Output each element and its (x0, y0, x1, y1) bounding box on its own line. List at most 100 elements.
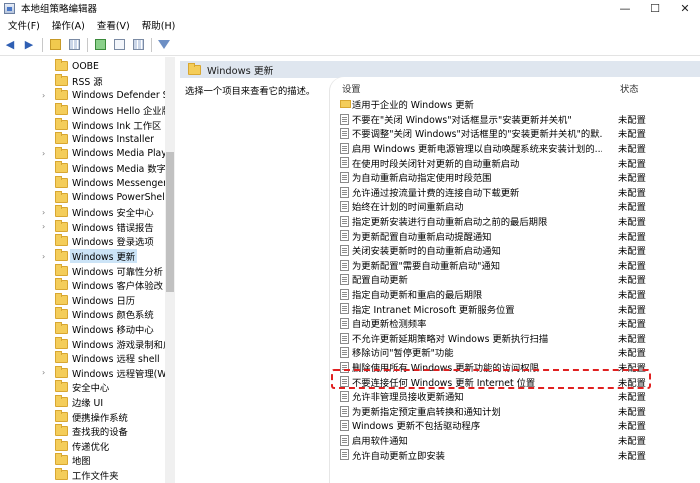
tree-item-label: 安全中心 (72, 383, 110, 395)
tree-item[interactable]: Windows 游戏录制和广 (0, 336, 165, 351)
tree-item-label: Windows 安全中心 (72, 208, 154, 220)
tree-scroll-thumb[interactable] (166, 152, 174, 292)
chevron-right-icon[interactable]: › (42, 91, 50, 100)
tree-scrollbar[interactable] (165, 57, 175, 483)
column-header-state[interactable]: 状态 (620, 81, 639, 95)
folder-icon (55, 146, 68, 159)
policy-row[interactable]: 移除访问"暂停更新"功能 未配置 (340, 345, 685, 360)
policy-row[interactable]: 在使用时段关闭针对更新的自动重新启动 未配置 (340, 155, 685, 170)
tree-item[interactable]: Windows 移动中心 (0, 322, 165, 337)
close-button[interactable]: ✕ (670, 0, 700, 16)
policy-row[interactable]: 配置自动更新 未配置 (340, 272, 685, 287)
policy-row[interactable]: 允许自动更新立即安装 未配置 (340, 447, 685, 462)
policy-row[interactable]: 为更新配置自动重新启动提醒通知 未配置 (340, 228, 685, 243)
menu-view[interactable]: 查看(V) (91, 18, 136, 32)
policy-row[interactable]: Windows 更新不包括驱动程序 未配置 (340, 418, 685, 433)
policy-row[interactable]: 允许非管理员接收更新通知 未配置 (340, 389, 685, 404)
tree-item[interactable]: Windows Installer (0, 132, 165, 147)
policy-row[interactable]: 不要在"关闭 Windows"对话框显示"安装更新并关机" 未配置 (340, 112, 685, 127)
tree-item-label: Windows Media Playe (72, 148, 165, 160)
folder-icon (340, 100, 351, 108)
tree-pane: OOBE RSS 源 › Windows Defender Sr Windows Hel… (0, 57, 175, 483)
subfolder-row[interactable]: 适用于企业的 Windows 更新 (340, 97, 685, 112)
policy-row[interactable]: 为更新指定预定重启转换和通知计划 未配置 (340, 404, 685, 419)
setting-state: 未配置 (618, 144, 646, 156)
tree-item[interactable]: Windows Hello 企业版 (0, 103, 165, 118)
tree-item[interactable]: 便携操作系统 (0, 409, 165, 424)
chevron-right-icon[interactable]: › (42, 208, 50, 217)
tree-item[interactable]: Windows 可靠性分析 (0, 263, 165, 278)
pane-header: Windows 更新 (180, 61, 700, 78)
tree-item[interactable]: 边缘 UI (0, 395, 165, 410)
tree-item[interactable]: 查找我的设备 (0, 424, 165, 439)
policy-row[interactable]: 指定更新安装进行自动重新启动之前的最后期限 未配置 (340, 214, 685, 229)
tree-item[interactable]: Windows PowerShell (0, 190, 165, 205)
forward-arrow-icon[interactable]: ▶ (21, 37, 37, 53)
tree-item[interactable]: Windows 登录选项 (0, 234, 165, 249)
tree-item[interactable]: › Windows Defender Sr (0, 88, 165, 103)
policy-row[interactable]: 不允许更新延期策略对 Windows 更新执行扫描 未配置 (340, 331, 685, 346)
tree-item[interactable]: RSS 源 (0, 73, 165, 89)
folder-icon (55, 322, 68, 335)
tree-item[interactable]: 传递优化 (0, 438, 165, 454)
policy-row[interactable]: 关闭安装更新时的自动重新启动通知 未配置 (340, 243, 685, 258)
column-header-setting[interactable]: 设置 (342, 81, 361, 95)
tree-item-label: Windows 日历 (72, 295, 136, 307)
tree-item[interactable]: Windows Media 数字 (0, 161, 165, 176)
policy-row[interactable]: 为自动重新启动指定使用时段范围 未配置 (340, 170, 685, 185)
back-arrow-icon[interactable]: ◀ (2, 37, 18, 53)
tree-item[interactable]: › Windows Media Playe (0, 146, 165, 162)
tree-item[interactable]: Windows 远程 shell (0, 351, 165, 366)
up-folder-icon[interactable] (47, 37, 63, 53)
policy-row[interactable]: 启用软件通知 未配置 (340, 433, 685, 448)
setting-state: 未配置 (618, 217, 646, 229)
folder-icon (55, 278, 68, 291)
pane-title: Windows 更新 (207, 65, 274, 77)
app-icon (4, 2, 15, 14)
toolbar-divider (87, 37, 88, 52)
policy-row[interactable]: 允许通过按流量计费的连接自动下载更新 未配置 (340, 185, 685, 200)
help-icon[interactable] (111, 37, 127, 53)
menu-help[interactable]: 帮助(H) (136, 18, 182, 32)
chevron-right-icon[interactable]: › (42, 222, 50, 231)
chevron-right-icon[interactable]: › (42, 252, 50, 261)
tree-item[interactable]: Windows 客户体验改 (0, 278, 165, 293)
policy-row[interactable]: 指定 Intranet Microsoft 更新服务位置 未配置 (340, 301, 685, 316)
policy-row[interactable]: 指定自动更新和重启的最后期限 未配置 (340, 287, 685, 302)
tree-item[interactable]: Windows 日历 (0, 292, 165, 308)
tree-item[interactable]: › Windows 更新 (0, 249, 165, 264)
minimize-button[interactable]: — (610, 0, 640, 16)
tree-item[interactable]: › Windows 错误报告 (0, 219, 165, 235)
tree-item[interactable]: 工作文件夹 (0, 468, 165, 483)
maximize-button[interactable]: ☐ (640, 0, 670, 16)
setting-label: 为更新指定预定重启转换和通知计划 (352, 406, 501, 418)
setting-label: 在使用时段关闭针对更新的自动重新启动 (352, 158, 520, 170)
menu-action[interactable]: 操作(A) (46, 18, 91, 32)
folder-icon (55, 365, 68, 378)
menu-file[interactable]: 文件(F) (2, 18, 46, 32)
tree-item-label: Windows 远程管理(Wi (72, 368, 165, 380)
tree-item[interactable]: › Windows 安全中心 (0, 205, 165, 220)
tree-item[interactable]: Windows 颜色系统 (0, 307, 165, 322)
export-list-icon[interactable] (92, 37, 108, 53)
chevron-right-icon[interactable]: › (42, 149, 50, 158)
properties-icon[interactable] (130, 37, 146, 53)
tree-item-label: Windows 登录选项 (72, 237, 154, 249)
show-hide-tree-icon[interactable] (66, 37, 82, 53)
policy-row[interactable]: 启用 Windows 更新电源管理以自动唤醒系统来安装计划的... 未配置 (340, 141, 685, 156)
tree-item-label: Windows 更新 (70, 249, 138, 264)
policy-row[interactable]: 自动更新检测频率 未配置 (340, 316, 685, 331)
chevron-right-icon[interactable]: › (42, 368, 50, 377)
policy-row[interactable]: 始终在计划的时间重新启动 未配置 (340, 199, 685, 214)
policy-setting-icon (340, 157, 349, 169)
policy-row[interactable]: 为更新配置"需要自动重新启动"通知 未配置 (340, 258, 685, 273)
tree-item[interactable]: Windows Messenger (0, 176, 165, 191)
filter-icon[interactable] (156, 37, 172, 53)
policy-row[interactable]: 不要调整"关闭 Windows"对话框里的"安装更新并关机"的默... 未配置 (340, 126, 685, 141)
tree-item[interactable]: › Windows 远程管理(Wi (0, 365, 165, 381)
tree-item[interactable]: OOBE (0, 59, 165, 74)
tree-item[interactable]: Windows Ink 工作区 (0, 117, 165, 132)
folder-icon (55, 176, 68, 189)
tree-item[interactable]: 地图 (0, 453, 165, 468)
tree-item[interactable]: 安全中心 (0, 380, 165, 395)
